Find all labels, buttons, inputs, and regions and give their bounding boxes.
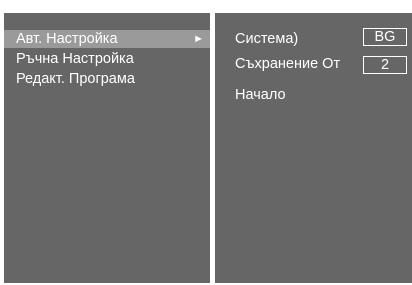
menu-item-auto-tuning[interactable]: Авт. Настройка ► <box>4 30 210 48</box>
save-from-value-field[interactable]: 2 <box>363 56 407 74</box>
save-from-label: Съхранение От <box>235 56 341 72</box>
menu-item-program-edit[interactable]: Редакт. Програма <box>4 70 210 88</box>
arrow-right-icon: ► <box>193 33 204 45</box>
menu-panel: Авт. Настройка ► Ръчна Настройка Редакт.… <box>4 13 210 283</box>
system-label: Система) <box>235 31 299 47</box>
system-value-field[interactable]: BG <box>363 28 407 46</box>
start-item[interactable]: Начало <box>235 86 286 104</box>
menu-item-manual-tuning[interactable]: Ръчна Настройка <box>4 50 210 68</box>
settings-panel: Система) BG Съхранение От 2 Начало <box>215 13 412 283</box>
menu-item-label: Авт. Настройка <box>16 31 118 47</box>
menu-item-label: Ръчна Настройка <box>16 51 134 67</box>
menu-item-label: Редакт. Програма <box>16 71 135 87</box>
